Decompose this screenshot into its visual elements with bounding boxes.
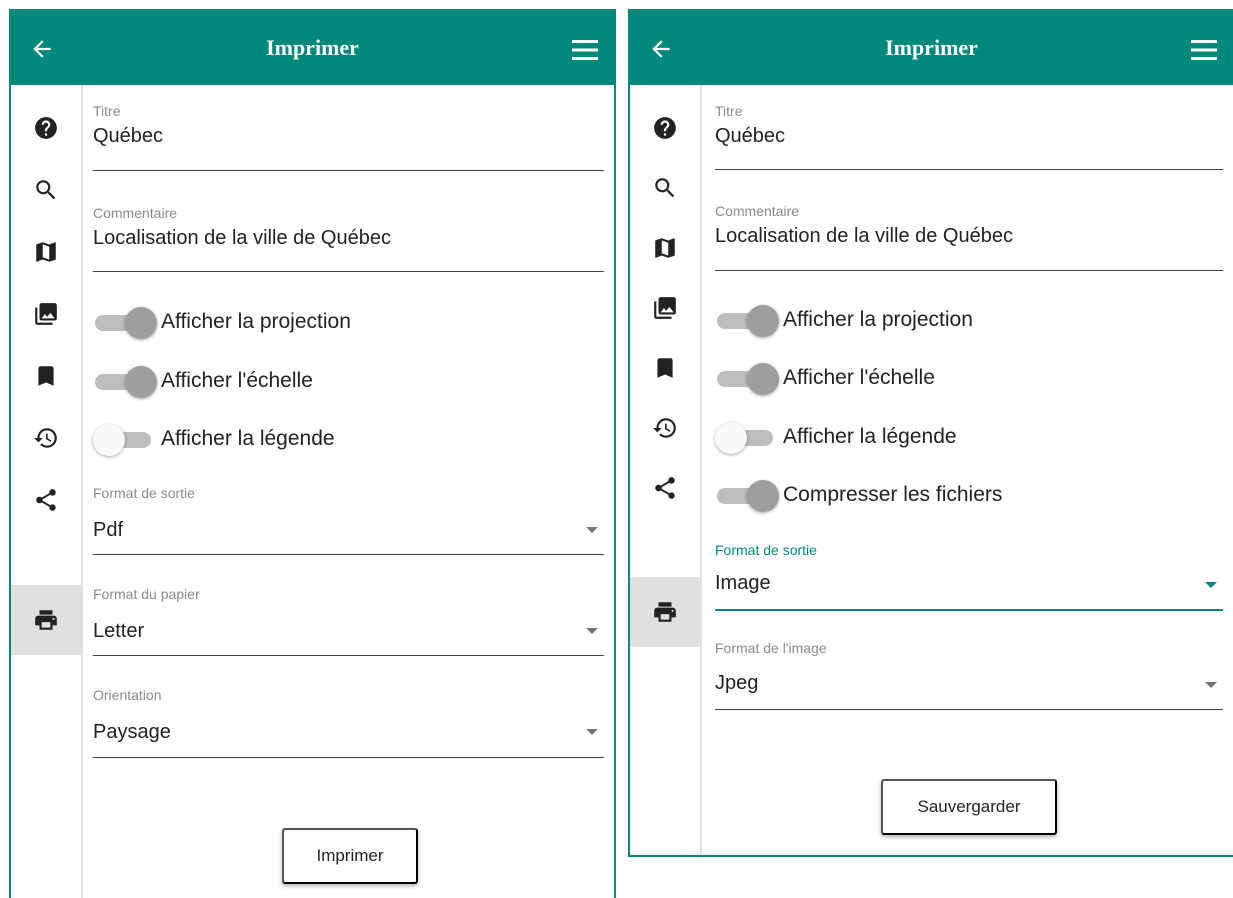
sidebar-item-map[interactable] [630,217,700,279]
sidebar-item-share[interactable] [630,457,700,519]
chevron-down-icon[interactable] [586,729,598,735]
help-icon [654,117,676,139]
history-icon [653,418,676,438]
sidebar-item-print[interactable] [630,577,700,647]
share-icon [36,489,56,511]
sidebar-item-layers[interactable] [630,277,700,339]
map-icon [655,238,675,258]
toggle-thumb[interactable] [747,363,779,395]
title-label: Titre [93,103,121,119]
image-format-value: Jpeg [715,672,759,694]
toggle-thumb[interactable] [93,424,125,456]
toggle-scale[interactable]: Afficher l'échelle [93,365,604,399]
toggle-projection[interactable]: Afficher la projection [715,304,1223,338]
sidebar-item-help[interactable] [630,97,700,159]
output-format-label: Format de sortie [93,485,195,501]
orientation-label: Orientation [93,687,162,703]
comment-label: Commentaire [715,203,800,219]
search-icon [655,178,675,198]
comment-value[interactable]: Localisation de la ville de Québec [93,227,391,250]
chevron-down-icon[interactable] [586,527,598,533]
comment-value[interactable]: Localisation de la ville de Québec [715,225,1013,248]
comment-label: Commentaire [93,205,178,221]
sidebar-item-bookmark[interactable] [630,337,700,399]
image-format-select[interactable]: Format de l'image Jpeg [715,638,1223,710]
sidebar-item-map[interactable] [11,221,81,283]
sidebar-item-history[interactable] [630,397,700,459]
search-icon [36,180,56,200]
toggle-label: Afficher la projection [783,308,973,331]
toggle-thumb[interactable] [747,480,779,512]
sidebar-item-history[interactable] [11,407,81,469]
paper-format-label: Format du papier [93,586,200,602]
toggle-label: Afficher la légende [783,425,957,448]
photo-library-icon [654,297,676,319]
comment-field[interactable]: Commentaire Localisation de la ville de … [715,201,1223,271]
toggle-label: Afficher l'échelle [783,366,935,389]
app-header: Imprimer [630,11,1233,85]
print-panel-pdf: Imprimer Titre Québec Commentaire Locali… [9,9,616,898]
print-panel-image: Imprimer Titre Québec Commentaire Locali… [628,9,1233,857]
print-button[interactable]: Imprimer [282,828,418,884]
chevron-down-icon[interactable] [1205,682,1217,688]
print-icon [654,602,676,622]
title-value[interactable]: Québec [715,125,785,148]
paper-format-select[interactable]: Format du papier Letter [93,584,604,656]
toggle-thumb[interactable] [125,366,157,398]
history-icon [34,428,57,448]
share-icon [655,477,675,499]
sidebar-item-share[interactable] [11,469,81,531]
toggle-legend[interactable]: Afficher la légende [715,421,1223,455]
page-title: Imprimer [266,35,359,60]
toggle-label: Compresser les fichiers [783,483,1003,506]
orientation-value: Paysage [93,721,171,743]
toggle-thumb[interactable] [125,307,157,339]
toggle-label: Afficher l'échelle [161,369,313,392]
toggle-scale[interactable]: Afficher l'échelle [715,362,1223,396]
sidebar-item-layers[interactable] [11,283,81,345]
output-format-select[interactable]: Format de sortie Pdf [93,483,604,555]
sidebar-item-print[interactable] [11,585,81,655]
menu-icon[interactable] [572,40,598,60]
sidebar-item-bookmark[interactable] [11,345,81,407]
map-icon [36,242,56,262]
help-icon [35,117,57,139]
toggle-projection[interactable]: Afficher la projection [93,306,604,340]
toggle-compress[interactable]: Compresser les fichiers [715,479,1223,513]
output-format-value: Image [715,572,771,594]
print-form: Titre Québec Commentaire Localisation de… [715,85,1223,855]
title-label: Titre [715,103,743,119]
sidebar [630,85,702,855]
chevron-down-icon[interactable] [1205,582,1217,588]
sidebar-item-search[interactable] [630,157,700,219]
comment-field[interactable]: Commentaire Localisation de la ville de … [93,203,604,272]
save-button[interactable]: Sauvergarder [881,779,1057,835]
toggle-thumb[interactable] [747,305,779,337]
sidebar-item-search[interactable] [11,159,81,221]
output-format-value: Pdf [93,519,124,541]
paper-format-value: Letter [93,620,145,642]
title-value[interactable]: Québec [93,125,163,148]
page-title: Imprimer [885,35,978,60]
title-field[interactable]: Titre Québec [715,101,1223,170]
menu-icon[interactable] [1191,40,1217,60]
toggle-thumb[interactable] [715,422,747,454]
bookmark-icon [38,366,54,386]
output-format-label: Format de sortie [715,542,817,558]
chevron-down-icon[interactable] [586,628,598,634]
photo-library-icon [35,303,57,325]
sidebar-item-help[interactable] [11,97,81,159]
image-format-label: Format de l'image [715,640,827,656]
bookmark-icon [657,358,673,378]
orientation-select[interactable]: Orientation Paysage [93,685,604,758]
output-format-select[interactable]: Format de sortie Image [715,540,1223,611]
print-form: Titre Québec Commentaire Localisation de… [93,85,604,898]
print-icon [35,610,57,630]
title-field[interactable]: Titre Québec [93,101,604,171]
sidebar [11,85,83,898]
toggle-label: Afficher la légende [161,427,335,450]
app-header: Imprimer [11,11,614,85]
toggle-label: Afficher la projection [161,310,351,333]
toggle-legend[interactable]: Afficher la légende [93,423,604,457]
